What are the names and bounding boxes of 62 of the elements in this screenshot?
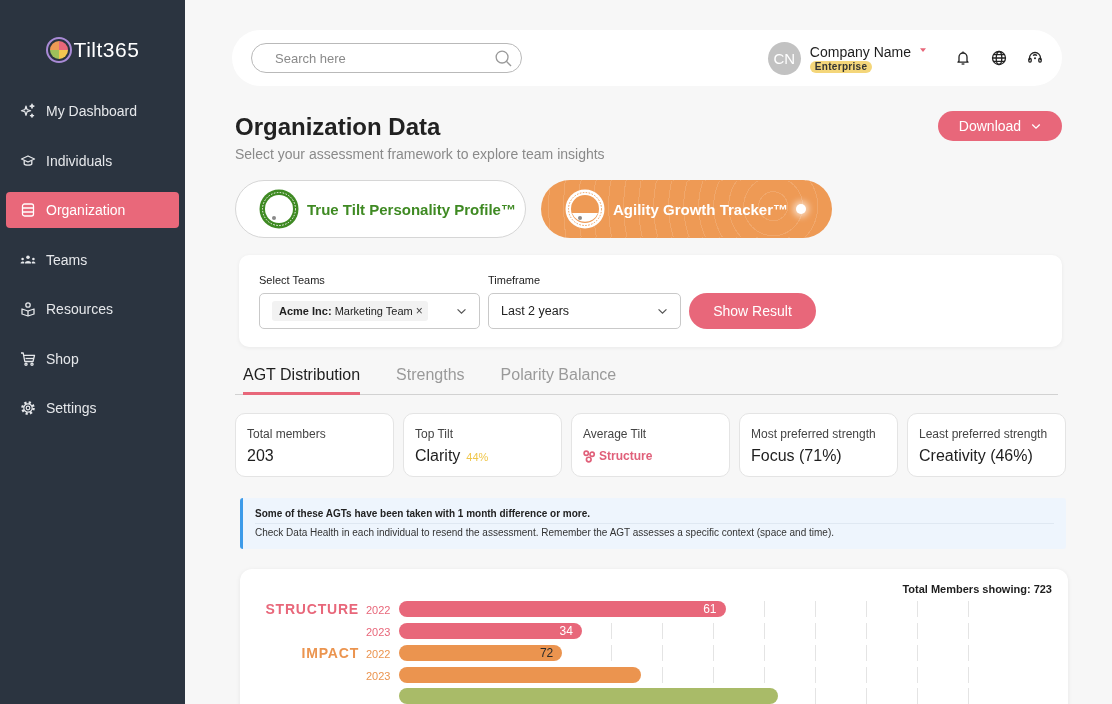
stat-label: Least preferred strength [919, 427, 1048, 442]
linked-circles-icon [583, 449, 596, 463]
bell-icon[interactable] [955, 50, 971, 66]
search-field[interactable]: Search here [251, 43, 522, 73]
stat-value: Focus (71%) [751, 446, 842, 466]
year-label: 2023 [366, 670, 391, 682]
field-label: Timeframe [488, 274, 541, 287]
globe-icon[interactable] [991, 50, 1007, 66]
nav-item[interactable]: Individuals [6, 142, 179, 179]
glow-dot-icon [796, 204, 807, 214]
logo-mark-icon [45, 37, 72, 63]
year-label: 2022 [366, 604, 391, 616]
nav-item[interactable]: My Dashboard [6, 93, 179, 129]
headset-icon[interactable] [1027, 50, 1043, 66]
chevron-down-icon [456, 307, 467, 315]
timeframe-select[interactable]: Last 2 years [488, 293, 681, 329]
seal-icon [565, 189, 605, 229]
plan-badge: Enterprise [809, 60, 873, 73]
caret-icon[interactable] [920, 47, 926, 52]
group-label: STRUCTURE [265, 601, 359, 617]
nav-item[interactable]: Shop [6, 340, 179, 377]
sparkles-icon [20, 103, 36, 119]
stat-percent: 44% [466, 451, 489, 463]
logo-text: Tilt365 [73, 37, 140, 63]
search-icon [495, 49, 512, 67]
person-book-icon [20, 301, 36, 317]
nav-item[interactable]: Settings [6, 390, 179, 426]
remove-chip-button[interactable]: × [415, 305, 423, 317]
bar-value: 34 [559, 624, 573, 638]
stat-label: Top Tilt [415, 427, 453, 442]
year-label: 2022 [366, 648, 391, 660]
teams-select[interactable]: Acme Inc: Marketing Team × [259, 293, 480, 329]
nav-item[interactable]: Teams [6, 241, 179, 278]
chevron-down-icon [1031, 122, 1042, 130]
stat-value: Creativity (46%) [919, 446, 1033, 466]
list-box-icon [20, 202, 36, 218]
notice-text: Check Data Health in each individual to resend the assessment. Remember the AGT assesses a specific context (space and time). [255, 526, 834, 539]
tilt-tag: Structure [599, 449, 653, 463]
total-members: Total Members showing: 723 [902, 583, 1052, 596]
year-label: 2023 [366, 626, 391, 638]
stat-label: Most preferred strength [751, 427, 876, 442]
page-title: Organization Data [235, 113, 442, 141]
stat-value: Clarity [415, 446, 461, 466]
chip-label: Acme Inc: Marketing Team [279, 305, 413, 317]
bar-value: 61 [703, 602, 717, 616]
company-name[interactable]: Company Name [809, 43, 911, 60]
framework-card[interactable]: True Tilt Personality Profile™ [235, 180, 526, 238]
stat-value: 203 [247, 446, 274, 466]
tab[interactable]: AGT Distribution [243, 362, 361, 395]
notice-title: Some of these AGTs have been taken with 1 month difference or more. [255, 507, 591, 520]
bar-value: 72 [539, 646, 554, 660]
settings-icon [20, 400, 36, 416]
avatar: CN [767, 41, 801, 75]
group-label: IMPACT [301, 645, 359, 661]
cart-icon [20, 350, 36, 367]
stat-label: Average Tilt [583, 427, 647, 442]
seal-icon [259, 189, 299, 229]
nav-item[interactable]: Resources [6, 291, 179, 327]
chevron-down-icon [657, 307, 668, 315]
page-subtitle: Select your assessment framework to explore team insights [235, 145, 605, 163]
stat-label: Total members [247, 427, 326, 442]
field-label: Select Teams [259, 274, 325, 287]
